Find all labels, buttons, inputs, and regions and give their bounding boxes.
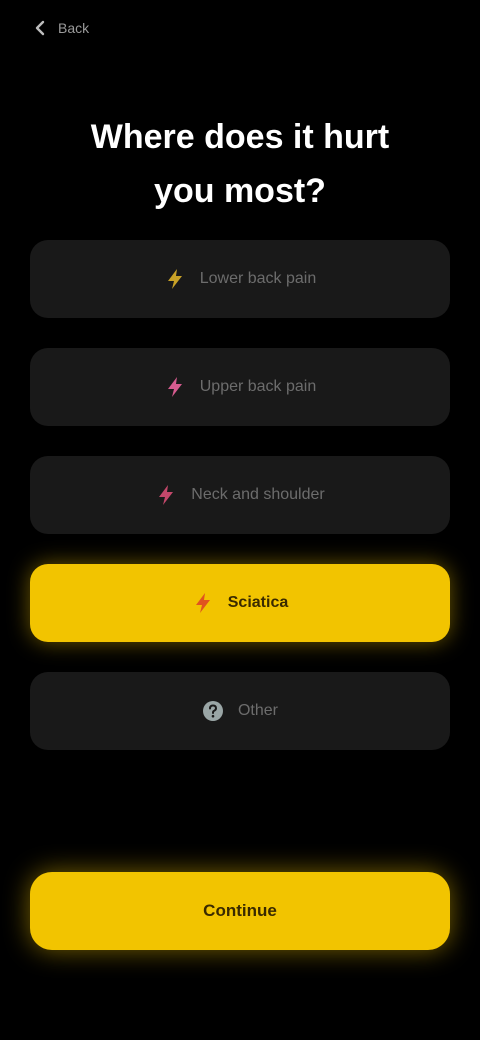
back-label: Back bbox=[58, 20, 90, 36]
option-upper-back[interactable]: Upper back pain bbox=[30, 348, 450, 426]
title-line-2: you most? bbox=[154, 172, 326, 210]
back-button[interactable]: Back bbox=[30, 12, 94, 44]
lightning-icon bbox=[192, 592, 214, 614]
pain-location-options: Lower back pain Upper back pain Neck and… bbox=[30, 240, 450, 750]
question-icon bbox=[202, 700, 224, 722]
page-title: Where does it hurt you most? bbox=[40, 110, 440, 218]
chevron-left-icon bbox=[30, 17, 52, 39]
option-label: Other bbox=[237, 702, 278, 719]
lightning-icon bbox=[164, 376, 186, 398]
lightning-icon bbox=[155, 484, 177, 506]
option-label: Neck and shoulder bbox=[191, 486, 325, 503]
option-other[interactable]: Other bbox=[30, 672, 450, 750]
option-sciatica[interactable]: Sciatica bbox=[30, 564, 450, 642]
option-label: Sciatica bbox=[227, 594, 289, 611]
option-lower-back[interactable]: Lower back pain bbox=[30, 240, 450, 318]
option-neck-shoulder[interactable]: Neck and shoulder bbox=[30, 456, 450, 534]
continue-label: Continue bbox=[203, 901, 277, 920]
continue-button[interactable]: Continue bbox=[30, 872, 450, 950]
option-label: Lower back pain bbox=[199, 270, 317, 287]
option-label: Upper back pain bbox=[199, 378, 317, 395]
lightning-icon bbox=[164, 268, 186, 290]
title-line-1: Where does it hurt bbox=[90, 118, 390, 156]
